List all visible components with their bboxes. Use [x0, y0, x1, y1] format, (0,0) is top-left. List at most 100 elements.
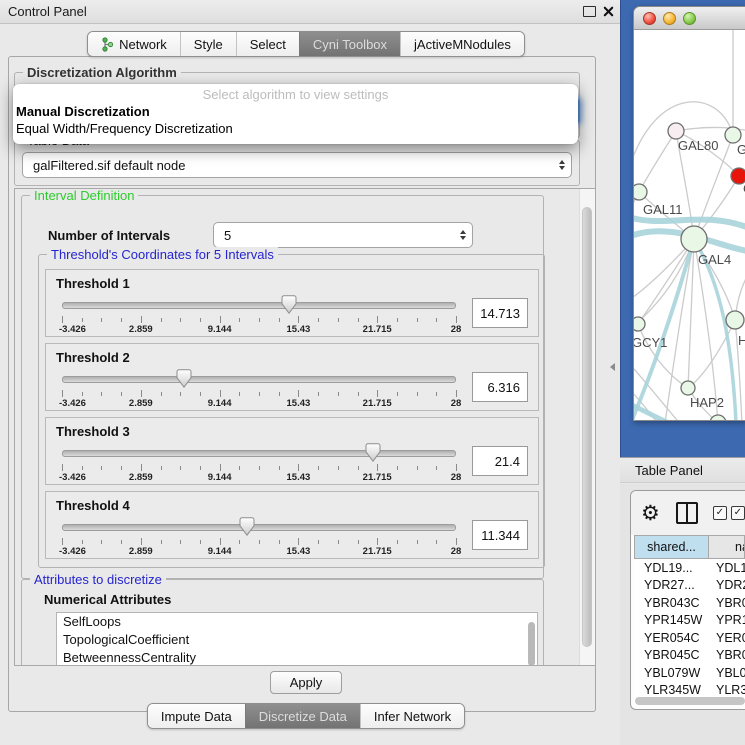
slider-tick — [318, 466, 319, 470]
slider-tick — [298, 464, 299, 471]
tab-jactivemnodules[interactable]: jActiveMNodules — [400, 32, 524, 56]
slider-thumb[interactable] — [366, 443, 381, 462]
close-light-icon[interactable] — [643, 12, 656, 25]
apply-button[interactable]: Apply — [270, 671, 343, 694]
threshold-panel-2: Threshold 2-3.4262.8599.14415.4321.71528… — [45, 343, 539, 411]
tab-select[interactable]: Select — [236, 32, 299, 56]
threshold-label: Threshold 1 — [46, 270, 538, 291]
slider-tick-label: 9.144 — [208, 472, 232, 483]
slider-track[interactable] — [62, 450, 456, 457]
slider-tick — [180, 392, 181, 396]
float-window-icon[interactable] — [583, 6, 596, 17]
slider-tick-label: -3.426 — [59, 546, 86, 557]
algorithm-option-equal-width-frequency-discretization[interactable]: Equal Width/Frequency Discretization — [13, 120, 578, 137]
network-node-gal11[interactable] — [634, 184, 647, 200]
attribute-item-selfloops[interactable]: SelfLoops — [57, 613, 537, 631]
table-row[interactable]: YER054CYER0 — [634, 629, 745, 647]
network-node-h[interactable] — [726, 311, 744, 329]
threshold-slider[interactable]: -3.4262.8599.14415.4321.71528 — [62, 515, 456, 555]
threshold-value-field[interactable]: 21.4 — [472, 446, 528, 476]
slider-tick — [397, 540, 398, 544]
gear-icon[interactable]: ⚙ — [641, 503, 660, 524]
settings-scrollbar-thumb[interactable] — [582, 207, 592, 647]
tab-label: Cyni Toolbox — [313, 37, 387, 52]
slider-tick — [377, 538, 378, 545]
close-icon[interactable] — [603, 6, 614, 17]
tab-style[interactable]: Style — [180, 32, 236, 56]
network-canvas[interactable]: GAL80GACGAL11GAL4GCY1HHAP2 — [634, 30, 745, 420]
table-horizontal-scrollbar[interactable] — [635, 697, 745, 705]
table-row[interactable]: YPR145WYPR1 — [634, 612, 745, 630]
cell-name: YBL0 — [709, 666, 745, 680]
attributes-list-scrollbar[interactable] — [528, 622, 535, 666]
slider-tick — [279, 540, 280, 544]
tab-network[interactable]: Network — [88, 32, 180, 56]
slider-tick-label: 2.859 — [129, 472, 153, 483]
slider-thumb[interactable] — [282, 295, 297, 314]
tab-label: Style — [194, 37, 223, 52]
slider-tick — [318, 540, 319, 544]
slider-tick — [121, 466, 122, 470]
network-node-gcy1[interactable] — [634, 317, 645, 331]
slider-tick — [239, 392, 240, 396]
checkbox-icon[interactable]: ✓ — [713, 506, 727, 520]
slider-track[interactable] — [62, 524, 456, 531]
network-node-hap2[interactable] — [681, 381, 695, 395]
tab-discretize-data[interactable]: Discretize Data — [245, 704, 360, 728]
slider-tick-label: 21.715 — [363, 324, 392, 335]
slider-tick-label: 9.144 — [208, 546, 232, 557]
tab-label: jActiveMNodules — [414, 37, 511, 52]
slider-tick — [180, 466, 181, 470]
combo-stepper-icon[interactable] — [553, 160, 565, 171]
table-row[interactable]: YBR043CYBR0 — [634, 594, 745, 612]
column-header-name[interactable]: na — [709, 535, 745, 559]
slider-tick — [180, 540, 181, 544]
cell-shared-name: YDL19... — [634, 561, 709, 575]
slider-tick — [279, 466, 280, 470]
slider-tick — [62, 316, 63, 323]
slider-tick — [377, 316, 378, 323]
table-row[interactable]: YDR27...YDR2 — [634, 577, 745, 595]
table-row[interactable]: YDL19...YDL1 — [634, 559, 745, 577]
threshold-slider[interactable]: -3.4262.8599.14415.4321.71528 — [62, 441, 456, 481]
slider-tick — [200, 318, 201, 322]
slider-track[interactable] — [62, 302, 456, 309]
checkbox-icon[interactable]: ✓ — [731, 506, 745, 520]
threshold-value-field[interactable]: 14.713 — [472, 298, 528, 328]
settings-scrollbar-track[interactable] — [579, 189, 595, 665]
slider-track[interactable] — [62, 376, 456, 383]
zoom-light-icon[interactable] — [683, 12, 696, 25]
network-node-ga[interactable] — [725, 127, 741, 143]
number-of-intervals-combo[interactable]: 5 — [213, 222, 473, 248]
slider-tick — [417, 318, 418, 322]
attribute-item-topologicalcoefficient[interactable]: TopologicalCoefficient — [57, 631, 537, 649]
network-node-gal4[interactable] — [681, 226, 707, 252]
threshold-value-field[interactable]: 11.344 — [472, 520, 528, 550]
node-table-window: ⚙ ✓ ✓ shared... na YDL19...YDL1YDR27...Y… — [630, 490, 745, 710]
threshold-coordinates-group: Threshold's Coordinates for 5 Intervals … — [38, 254, 545, 568]
slider-tick — [456, 316, 457, 323]
table-row[interactable]: YBR045CYBR0 — [634, 647, 745, 665]
minimize-light-icon[interactable] — [663, 12, 676, 25]
network-node[interactable] — [710, 415, 726, 420]
numerical-attributes-list[interactable]: SelfLoopsTopologicalCoefficientBetweenne… — [56, 612, 538, 666]
threshold-value-field[interactable]: 6.316 — [472, 372, 528, 402]
slider-tick — [456, 538, 457, 545]
table-panel-titlebar: Table Panel — [620, 457, 745, 483]
tab-infer-network[interactable]: Infer Network — [360, 704, 464, 728]
tab-impute-data[interactable]: Impute Data — [148, 704, 245, 728]
tab-cyni-toolbox[interactable]: Cyni Toolbox — [299, 32, 400, 56]
column-header-shared-name[interactable]: shared... — [634, 535, 709, 559]
panel-splitter-handle[interactable] — [610, 363, 615, 371]
algorithm-option-manual-discretization[interactable]: Manual Discretization — [13, 103, 578, 120]
combo-stepper-icon[interactable] — [454, 230, 466, 241]
attribute-item-betweennesscentrality[interactable]: BetweennessCentrality — [57, 649, 537, 666]
columns-icon[interactable] — [676, 502, 698, 524]
threshold-slider[interactable]: -3.4262.8599.14415.4321.71528 — [62, 367, 456, 407]
threshold-slider[interactable]: -3.4262.8599.14415.4321.71528 — [62, 293, 456, 333]
table-data-combo[interactable]: galFiltered.sif default node — [22, 152, 572, 178]
slider-thumb[interactable] — [240, 517, 255, 536]
slider-thumb[interactable] — [177, 369, 192, 388]
table-row[interactable]: YBL079WYBL0 — [634, 664, 745, 682]
network-node-gal80[interactable] — [668, 123, 684, 139]
